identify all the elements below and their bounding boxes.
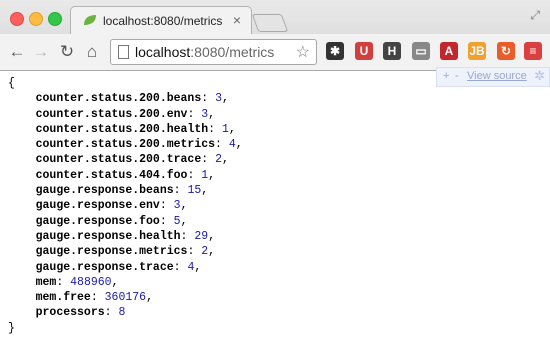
json-entry: counter.status.200.trace: 2, [35,153,229,167]
page-content: + - View source ✲ { counter.status.200.b… [0,67,550,363]
json-entry: gauge.response.foo: 5, [35,214,188,228]
json-value: 29 [194,229,209,243]
json-viewer-controls: + - View source ✲ [436,67,550,87]
json-entry: counter.status.200.beans: 3, [35,92,229,106]
json-key: counter.status.200.beans [35,92,202,106]
json-key: counter.status.200.health [35,122,209,136]
json-value: 488960 [70,275,112,289]
bookmark-star-icon[interactable]: ☆ [296,42,310,62]
json-value: 3 [173,199,181,213]
collapse-all-button[interactable]: - [455,70,459,82]
minimize-window-button[interactable] [29,12,43,26]
zoom-window-button[interactable] [48,12,62,26]
spring-leaf-icon [84,15,96,25]
json-entry: counter.status.200.env: 3, [35,107,216,121]
json-entry: gauge.response.health: 29, [35,229,216,243]
active-tab[interactable]: localhost:8080/metrics × [70,6,252,35]
tab-strip: localhost:8080/metrics × ⤢ [0,0,550,35]
refresh-extension-icon[interactable]: ↻ [497,42,515,60]
json-value: 360176 [104,291,147,305]
json-value: 1 [221,122,229,136]
json-body: { counter.status.200.beans: 3, counter.s… [8,76,243,336]
json-key: mem.free [35,291,91,305]
json-entry: mem.free: 360176, [35,291,153,305]
json-entry: gauge.response.beans: 15, [35,184,209,198]
json-entry: mem: 488960, [35,275,119,289]
json-key: counter.status.200.metrics [35,138,216,152]
url-text: localhost:8080/metrics [135,44,274,60]
json-value: 5 [173,214,181,228]
url-path: :8080/metrics [190,44,275,60]
json-key: gauge.response.health [35,229,181,243]
home-button[interactable]: ⌂ [83,42,101,62]
fullscreen-icon[interactable]: ⤢ [530,8,540,23]
asterisk-extension-icon[interactable]: ✱ [326,42,344,60]
forward-button[interactable]: → [32,42,50,62]
json-value: 3 [215,92,222,106]
json-entry: processors: 8 [35,306,126,320]
toolbar: ← → ↻ ⌂ localhost:8080/metrics ☆ ✱ U H ▭ A JB… [0,34,550,70]
json-entries: counter.status.200.beans: 3, counter.sta… [8,92,243,319]
json-value: 1 [201,168,209,182]
page-icon [118,45,129,59]
json-entry: gauge.response.env: 3, [35,199,188,213]
url-host: localhost [135,44,191,60]
tab-close-icon[interactable]: × [233,12,241,28]
new-tab-button[interactable] [251,14,289,32]
json-open-brace: { [8,77,15,90]
h-extension-icon[interactable]: H [383,42,401,60]
json-entry: counter.status.200.health: 1, [35,122,236,136]
json-entry: gauge.response.metrics: 2, [35,245,216,259]
json-value: 4 [228,138,236,152]
json-value: 15 [187,184,202,198]
json-entry: counter.status.200.metrics: 4, [35,138,243,152]
json-value: 2 [215,153,222,167]
json-entry: counter.status.404.foo: 1, [35,168,216,182]
json-value: 4 [187,260,195,274]
json-key: gauge.response.env [35,199,160,213]
menu-icon[interactable]: ≡ [524,42,542,60]
ublock-extension-icon[interactable]: U [355,42,373,60]
json-key: counter.status.200.env [35,107,188,121]
close-window-button[interactable] [10,12,24,26]
json-key: mem [35,275,57,289]
json-key: gauge.response.metrics [35,245,188,259]
cast-icon[interactable]: ▭ [412,42,430,60]
json-close-brace: } [8,321,15,335]
address-bar[interactable]: localhost:8080/metrics ☆ [110,39,317,65]
json-value: 8 [118,306,126,320]
a-extension-icon[interactable]: A [440,42,458,60]
json-entry: gauge.response.trace: 4, [35,260,202,274]
back-button[interactable]: ← [8,42,26,62]
browser-chrome: localhost:8080/metrics × ⤢ ← → ↻ ⌂ local… [0,0,550,71]
json-key: counter.status.404.foo [35,168,188,182]
reload-button[interactable]: ↻ [58,42,76,62]
view-source-link[interactable]: View source [467,70,527,82]
tab-title: localhost:8080/metrics [103,14,223,28]
jb-extension-icon[interactable]: JB [468,42,486,60]
json-value: 3 [201,107,209,121]
json-key: counter.status.200.trace [35,153,202,167]
json-key: gauge.response.foo [35,214,160,228]
expand-all-button[interactable]: + [443,70,449,82]
gear-icon[interactable]: ✲ [534,68,545,84]
json-key: gauge.response.beans [35,184,174,198]
json-value: 2 [201,245,209,259]
json-key: processors [35,306,105,320]
json-key: gauge.response.trace [35,260,174,274]
